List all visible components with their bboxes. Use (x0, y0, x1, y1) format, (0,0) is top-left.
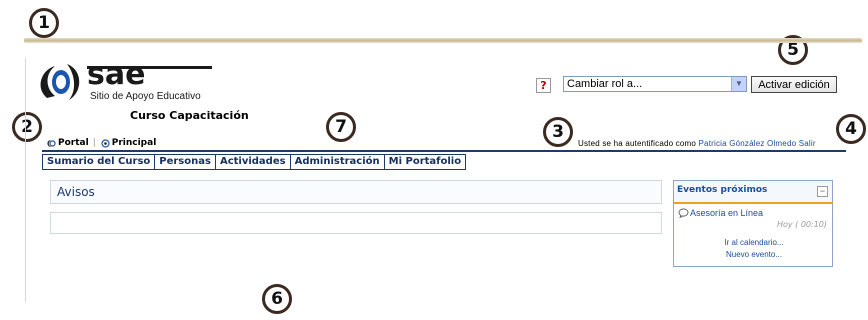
role-select[interactable]: Cambiar rol a... ▼ (563, 76, 747, 92)
event-item-label[interactable]: Asesoría en Línea (690, 208, 763, 218)
course-title: Curso Capacitación (130, 109, 249, 122)
login-prefix: Usted se ha autentificado como (578, 139, 697, 148)
chevron-down-icon[interactable]: ▼ (731, 77, 746, 91)
logout-link[interactable]: Salir (799, 139, 816, 148)
activate-edit-button[interactable]: Activar edición (751, 76, 837, 93)
news-title[interactable]: Avisos (57, 185, 95, 199)
callout-marker-7: 7 (326, 112, 356, 142)
collapse-icon[interactable]: − (817, 186, 828, 197)
tab-sumario[interactable]: Sumario del Curso (43, 155, 156, 169)
callout-marker-6: 6 (262, 284, 292, 314)
tab-actividades[interactable]: Actividades (216, 155, 291, 169)
site-logo[interactable]: sae Sitio de Apoyo Educativo (33, 57, 223, 113)
breadcrumb-separator: | (92, 138, 96, 148)
event-item[interactable]: Asesoría en Línea (678, 208, 763, 218)
principal-icon (101, 138, 110, 148)
events-title: Eventos próximos (677, 185, 768, 195)
tab-mi-portafolio[interactable]: Mi Portafolio (385, 155, 465, 169)
help-icon[interactable]: ? (536, 78, 551, 93)
course-tabs: Sumario del Curso Personas Actividades A… (42, 154, 467, 170)
logo-subtitle: Sitio de Apoyo Educativo (90, 91, 201, 102)
tab-personas[interactable]: Personas (155, 155, 216, 169)
callout-marker-3: 3 (543, 117, 573, 147)
logo-swirl-icon (40, 64, 80, 100)
events-header: Eventos próximos − (673, 180, 833, 202)
tab-administracion[interactable]: Administración (291, 155, 385, 169)
user-name-link[interactable]: Patricia Gónzález Olmedo (699, 139, 797, 148)
event-time: Hoy ( 00:10) (776, 220, 827, 229)
page-left-border (25, 58, 26, 302)
content-section (50, 212, 662, 234)
calendar-link[interactable]: Ir al calendario... (674, 238, 834, 247)
header-divider (24, 38, 862, 43)
login-info: Usted se ha autentificado como Patricia … (578, 139, 816, 148)
breadcrumb-principal[interactable]: Principal (112, 138, 157, 148)
nav-divider (42, 150, 846, 152)
portal-icon (47, 139, 56, 147)
events-body: Asesoría en Línea Hoy ( 00:10) Ir al cal… (673, 204, 833, 267)
callout-marker-4: 4 (836, 114, 866, 144)
breadcrumb-portal[interactable]: Portal (58, 138, 89, 148)
logo-wordmark: sae (87, 58, 145, 92)
role-select-value: Cambiar rol a... (567, 78, 643, 90)
news-block: Avisos (50, 180, 662, 204)
new-event-link[interactable]: Nuevo evento... (674, 250, 834, 259)
chat-icon (678, 208, 689, 218)
callout-marker-2: 2 (12, 112, 42, 142)
callout-marker-1: 1 (29, 8, 59, 38)
breadcrumb: Portal | Principal (46, 138, 156, 148)
upcoming-events-block: Eventos próximos − Asesoría en Línea Hoy… (673, 180, 833, 267)
